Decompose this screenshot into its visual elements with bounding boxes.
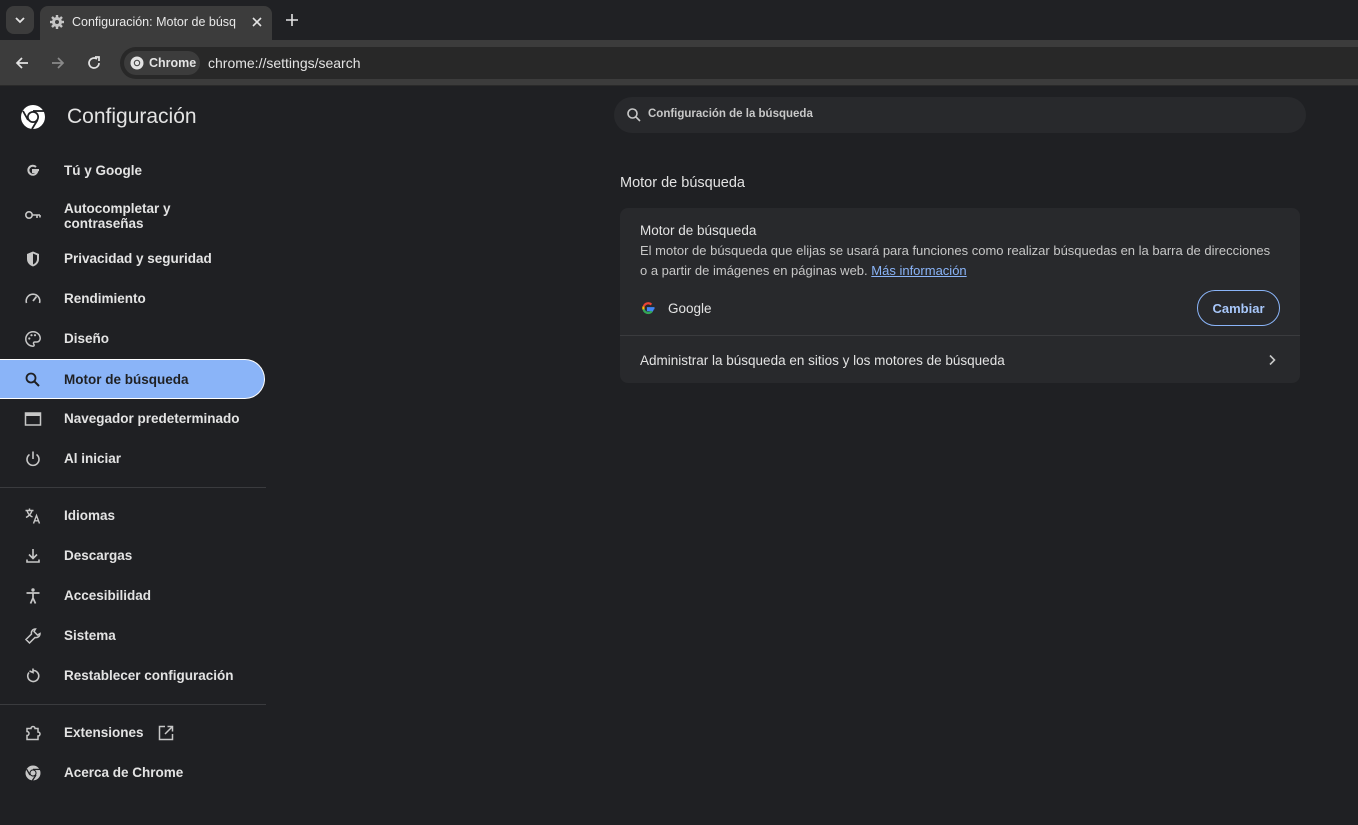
back-arrow-icon[interactable] (12, 53, 32, 73)
browser-toolbar: Chrome chrome://settings/search (0, 40, 1358, 86)
tab-strip: Configuración: Motor de búsq (0, 0, 1358, 40)
sidebar-item-reset-settings[interactable]: Restablecer configuración (0, 656, 266, 696)
google-g-icon (27, 164, 39, 176)
sidebar-item-label: Idiomas (64, 508, 116, 523)
wrench-icon (24, 628, 41, 645)
chrome-icon (25, 765, 41, 781)
search-icon (25, 372, 40, 387)
sidebar-item-autofill[interactable]: Autocompletar y contraseñas (0, 195, 266, 235)
sidebar-item-search-engine[interactable]: Motor de búsqueda (0, 359, 265, 399)
selected-engine-name: Google (668, 301, 712, 316)
speedometer-icon (25, 293, 41, 304)
sidebar-item-label: Al iniciar (64, 451, 122, 466)
power-icon (26, 451, 40, 467)
key-icon (24, 211, 41, 220)
reload-icon[interactable] (84, 53, 104, 73)
sidebar-item-languages[interactable]: Idiomas (0, 496, 266, 536)
sidebar-divider (0, 704, 266, 705)
external-link-icon (158, 725, 174, 741)
sidebar-item-label: Diseño (64, 331, 110, 346)
sidebar-item-privacy[interactable]: Privacidad y seguridad (0, 239, 266, 279)
card-title: Motor de búsqueda (640, 223, 757, 238)
sidebar-item-label: Privacidad y seguridad (64, 251, 212, 266)
chevron-right-icon (1269, 354, 1276, 366)
sidebar-item-downloads[interactable]: Descargas (0, 536, 266, 576)
chrome-icon (130, 56, 144, 70)
search-engine-card: Motor de búsqueda El motor de búsqueda q… (620, 208, 1300, 383)
settings-page: Configuración Configuración de la búsque… (0, 87, 1358, 825)
download-icon (26, 549, 40, 563)
sidebar-item-you-and-google[interactable]: Tú y Google (0, 151, 266, 191)
sidebar-item-label: Descargas (64, 548, 133, 563)
sidebar-item-default-browser[interactable]: Navegador predeterminado (0, 399, 266, 439)
sidebar-item-performance[interactable]: Rendimiento (0, 279, 266, 319)
section-title: Motor de búsqueda (620, 175, 745, 191)
tab-title: Configuración: Motor de búsq (72, 15, 236, 29)
chip-label: Chrome (149, 56, 197, 70)
shield-icon (27, 251, 39, 267)
palette-icon (25, 331, 41, 347)
sidebar-item-about-chrome[interactable]: Acerca de Chrome (0, 753, 266, 793)
sidebar-item-label: Restablecer configuración (64, 668, 234, 683)
sidebar-item-label: Navegador predeterminado (64, 411, 240, 426)
learn-more-link[interactable]: Más información (871, 263, 966, 278)
sidebar-item-on-startup[interactable]: Al iniciar (0, 439, 266, 479)
manage-search-engines-row[interactable]: Administrar la búsqueda en sitios y los … (620, 336, 1300, 383)
sidebar-item-label: Sistema (64, 628, 116, 643)
chrome-logo-icon (21, 105, 45, 130)
forward-arrow-icon[interactable] (48, 53, 68, 73)
translate-icon (25, 508, 41, 524)
puzzle-icon (26, 725, 41, 741)
change-search-engine-button[interactable]: Cambiar (1197, 290, 1280, 326)
card-description: El motor de búsqueda que elijas se usará… (640, 241, 1280, 281)
manage-search-engines-label: Administrar la búsqueda en sitios y los … (640, 353, 1005, 368)
settings-search-input[interactable]: Configuración de la búsqueda (614, 97, 1306, 133)
sidebar-item-accessibility[interactable]: Accesibilidad (0, 576, 266, 616)
page-title: Configuración (67, 105, 197, 128)
sidebar-item-label: Acerca de Chrome (64, 765, 184, 780)
sidebar-item-extensions[interactable]: Extensiones (0, 713, 266, 753)
active-tab[interactable]: Configuración: Motor de búsq (40, 6, 272, 40)
tab-search-button[interactable] (6, 6, 34, 34)
address-bar[interactable]: Chrome chrome://settings/search (120, 47, 1358, 79)
sidebar-item-label: Extensiones (64, 725, 144, 740)
sidebar-divider (0, 487, 266, 488)
accessibility-icon (26, 588, 40, 604)
gear-icon (50, 15, 64, 29)
sidebar-item-label: Tú y Google (64, 163, 143, 178)
chevron-down-icon (15, 17, 25, 24)
sidebar-item-system[interactable]: Sistema (0, 616, 266, 656)
google-logo-icon (642, 302, 655, 314)
browser-window-icon (24, 412, 42, 426)
sidebar-item-label: Motor de búsqueda (64, 372, 189, 387)
sidebar-item-label: Accesibilidad (64, 588, 152, 603)
search-icon (627, 108, 641, 122)
close-icon[interactable] (248, 13, 266, 31)
sidebar-item-appearance[interactable]: Diseño (0, 319, 266, 359)
url-text[interactable]: chrome://settings/search (208, 55, 361, 71)
reset-icon (26, 668, 40, 683)
site-info-chip[interactable]: Chrome (124, 51, 200, 75)
new-tab-plus-icon[interactable] (282, 10, 302, 30)
sidebar-item-label: Autocompletar y contraseñas (64, 201, 171, 231)
sidebar-item-label: Rendimiento (64, 291, 146, 306)
search-input-text: Configuración de la búsqueda (648, 108, 813, 120)
